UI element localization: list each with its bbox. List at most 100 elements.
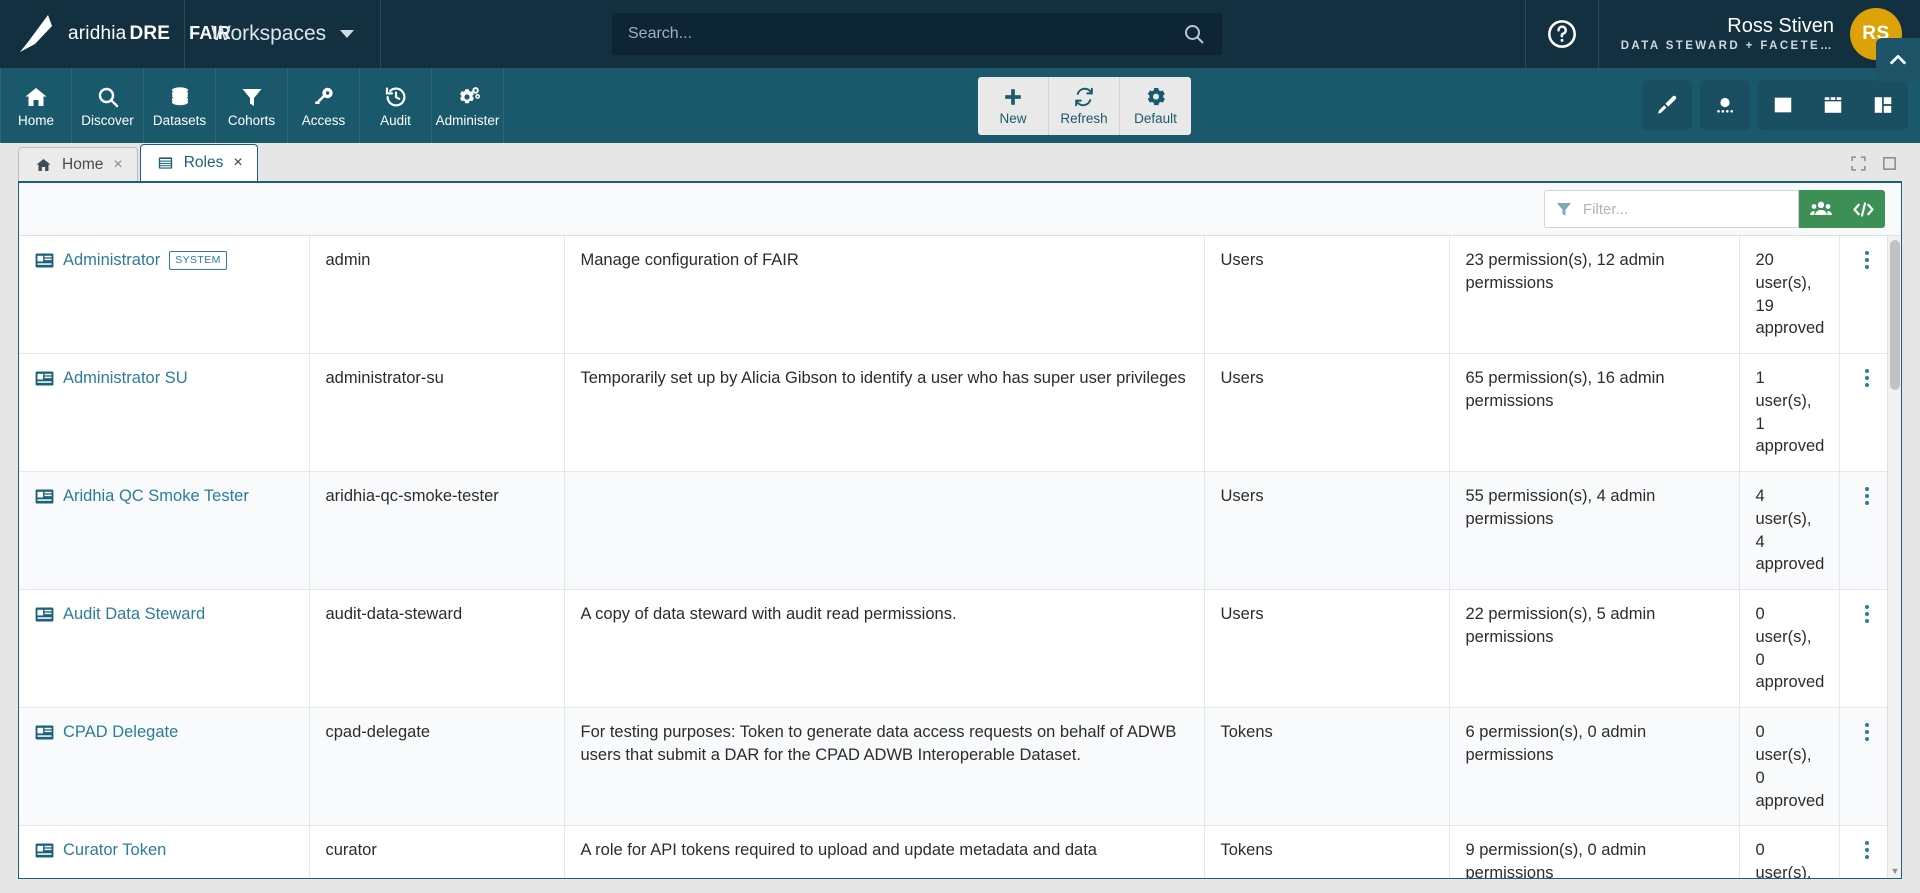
- role-link[interactable]: Aridhia QC Smoke Tester: [63, 485, 249, 508]
- roles-table: Administrator SYSTEM admin Manage config…: [19, 236, 1895, 878]
- workspaces-label: Workspaces: [211, 22, 326, 46]
- cell-role-key: audit-data-steward: [309, 590, 564, 708]
- filter-input[interactable]: [1583, 201, 1788, 218]
- nav-item-home[interactable]: Home: [0, 68, 72, 143]
- cell-role-name: Administrator SYSTEM: [19, 236, 309, 354]
- restore-window-icon[interactable]: [1881, 155, 1898, 172]
- right-tool-groups: [1642, 80, 1908, 130]
- cell-type: Users: [1204, 236, 1449, 354]
- paintbrush-button[interactable]: [1642, 80, 1692, 130]
- default-button[interactable]: Default: [1120, 77, 1191, 135]
- scroll-down-arrow-icon[interactable]: ▼: [1888, 864, 1901, 878]
- role-link[interactable]: Curator Token: [63, 839, 166, 862]
- cell-permissions: 65 permission(s), 16 admin permissions: [1449, 354, 1739, 472]
- collapse-header-button[interactable]: [1876, 38, 1920, 82]
- role-link[interactable]: Administrator: [63, 249, 160, 272]
- nav-item-discover[interactable]: Discover: [72, 68, 144, 143]
- cell-description: For testing purposes: Token to generate …: [564, 708, 1204, 826]
- brand-logo-area[interactable]: aridhiaDRE FAIR: [0, 0, 185, 68]
- nav-item-access[interactable]: Access: [288, 68, 360, 143]
- appearance-tool-group: [1700, 80, 1750, 130]
- cell-role-key: aridhia-qc-smoke-tester: [309, 472, 564, 590]
- roles-table-body: Administrator SYSTEM admin Manage config…: [19, 236, 1895, 878]
- cell-type: Tokens: [1204, 826, 1449, 878]
- cell-role-key: admin: [309, 236, 564, 354]
- role-card-icon: [35, 843, 54, 858]
- table-row[interactable]: Aridhia QC Smoke Tester aridhia-qc-smoke…: [19, 472, 1895, 590]
- tab-home[interactable]: Home ×: [18, 147, 138, 181]
- center-action-group: New Refresh Default: [978, 77, 1191, 135]
- brand-bold: DRE: [129, 23, 170, 45]
- code-view-button[interactable]: [1842, 190, 1885, 228]
- layout-tool-group: [1758, 80, 1908, 130]
- table-row[interactable]: Audit Data Steward audit-data-steward A …: [19, 590, 1895, 708]
- vertical-scrollbar[interactable]: ▲ ▼: [1887, 236, 1901, 878]
- user-menu[interactable]: Ross Stiven DATA STEWARD + FACETE… RS: [1599, 0, 1920, 68]
- top-split-pane-button[interactable]: [1808, 80, 1858, 130]
- table-row[interactable]: Administrator SU administrator-su Tempor…: [19, 354, 1895, 472]
- nav-label-datasets: Datasets: [153, 113, 206, 128]
- role-card-icon: [35, 371, 54, 386]
- nav-item-audit[interactable]: Audit: [360, 68, 432, 143]
- nav-items: Home Discover Datasets Cohorts: [0, 68, 504, 143]
- tab-bar-window-controls: [1850, 155, 1898, 172]
- filter-funnel-icon: [240, 84, 264, 110]
- users-group-button[interactable]: [1799, 190, 1842, 228]
- cell-users: 1 user(s), 1 approved: [1739, 354, 1839, 472]
- chevron-up-icon: [1887, 49, 1909, 71]
- nav-item-datasets[interactable]: Datasets: [144, 68, 216, 143]
- nav-label-home: Home: [18, 113, 54, 128]
- global-search[interactable]: [612, 13, 1222, 55]
- key-icon: [312, 84, 336, 110]
- brand-lite: aridhia: [68, 23, 126, 45]
- table-row[interactable]: Administrator SYSTEM admin Manage config…: [19, 236, 1895, 354]
- cell-users: 4 user(s), 4 approved: [1739, 472, 1839, 590]
- nav-label-access: Access: [302, 113, 346, 128]
- nav-item-administer[interactable]: Administer: [432, 68, 504, 143]
- theme-dots-button[interactable]: [1700, 80, 1750, 130]
- theme-dots-icon: [1713, 93, 1737, 117]
- search-input[interactable]: [628, 25, 1182, 43]
- help-button[interactable]: [1525, 0, 1599, 68]
- panel-toolbar: [19, 183, 1901, 236]
- user-name-block: Ross Stiven DATA STEWARD + FACETE…: [1621, 14, 1834, 53]
- filter-box[interactable]: [1544, 190, 1799, 228]
- single-pane-button[interactable]: [1758, 80, 1808, 130]
- workspaces-menu[interactable]: Workspaces: [185, 0, 381, 68]
- close-icon[interactable]: ×: [233, 155, 242, 171]
- side-split-pane-icon: [1872, 94, 1894, 116]
- cell-role-name: Administrator SU: [19, 354, 309, 472]
- table-row[interactable]: Curator Token curator A role for API tok…: [19, 826, 1895, 878]
- cell-permissions: 55 permission(s), 4 admin permissions: [1449, 472, 1739, 590]
- close-icon[interactable]: ×: [113, 157, 122, 173]
- role-link[interactable]: Audit Data Steward: [63, 603, 205, 626]
- cell-role-name: CPAD Delegate: [19, 708, 309, 826]
- role-link[interactable]: CPAD Delegate: [63, 721, 178, 744]
- scrollbar-thumb[interactable]: [1890, 240, 1900, 390]
- role-card-icon: [35, 725, 54, 740]
- user-role: DATA STEWARD + FACETE…: [1621, 39, 1834, 53]
- nav-item-cohorts[interactable]: Cohorts: [216, 68, 288, 143]
- side-split-pane-button[interactable]: [1858, 80, 1908, 130]
- aridhia-logo-icon: [18, 14, 60, 54]
- refresh-label: Refresh: [1060, 111, 1107, 126]
- fullscreen-icon[interactable]: [1850, 155, 1867, 172]
- refresh-button[interactable]: Refresh: [1049, 77, 1120, 135]
- database-icon: [168, 84, 192, 110]
- tab-bar: Home × Roles ×: [0, 143, 1920, 181]
- new-button[interactable]: New: [978, 77, 1049, 135]
- tab-roles[interactable]: Roles ×: [140, 144, 258, 181]
- role-link[interactable]: Administrator SU: [63, 367, 188, 390]
- cell-role-key: administrator-su: [309, 354, 564, 472]
- history-clock-icon: [384, 84, 408, 110]
- nav-label-audit: Audit: [380, 113, 411, 128]
- cell-permissions: 22 permission(s), 5 admin permissions: [1449, 590, 1739, 708]
- cell-users: 0 user(s), 0 approved: [1739, 590, 1839, 708]
- default-label: Default: [1134, 111, 1177, 126]
- search-icon[interactable]: [1182, 22, 1206, 46]
- paintbrush-icon: [1655, 93, 1679, 117]
- cell-users: 0 user(s), 0 approved: [1739, 708, 1839, 826]
- role-card-icon: [35, 489, 54, 504]
- table-row[interactable]: CPAD Delegate cpad-delegate For testing …: [19, 708, 1895, 826]
- table-icon: [157, 155, 174, 171]
